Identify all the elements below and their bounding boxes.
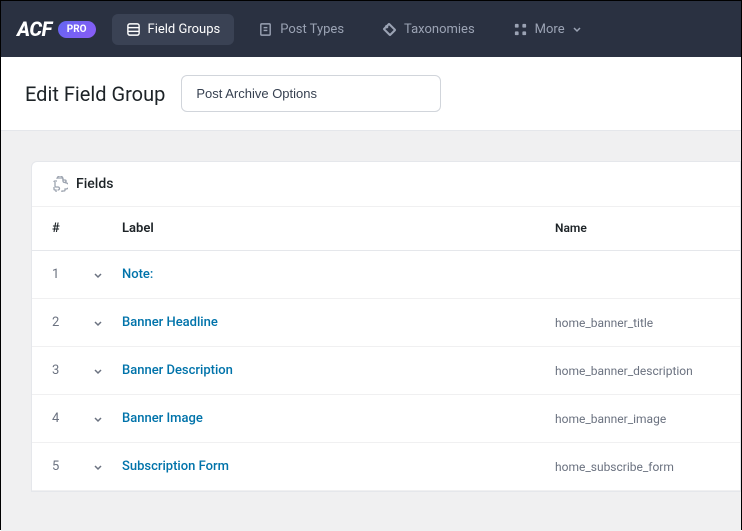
row-name: home_banner_image [555,412,720,426]
logo-text: ACF [17,17,52,41]
panel-header: Fields [32,162,740,207]
chevron-down-icon [572,24,582,34]
row-label: Note: [122,267,555,282]
nav-label: Taxonomies [404,22,475,37]
chevron-down-icon [92,269,104,281]
col-header-spacer [92,221,122,236]
table-header: # Label Name [32,207,740,251]
row-number: 3 [52,363,92,378]
title-bar: Edit Field Group [1,57,741,131]
field-label-link[interactable]: Note: [122,267,153,282]
layout-icon [126,22,141,37]
chevron-down-icon [92,461,104,473]
field-label-link[interactable]: Subscription Form [122,459,229,474]
row-name: home_banner_description [555,364,720,378]
col-header-label: Label [122,221,555,236]
row-label: Banner Headline [122,315,555,330]
table-row[interactable]: 3 Banner Description home_banner_descripti… [32,347,740,395]
chevron-down-icon [92,413,104,425]
expand-toggle[interactable] [92,317,122,329]
nav-field-groups[interactable]: Field Groups [112,14,235,45]
content-area: Fields # Label Name 1 Note: 2 Banner Headli… [1,131,741,531]
expand-toggle[interactable] [92,269,122,281]
field-group-title-input[interactable] [181,75,441,112]
col-header-num: # [52,221,92,236]
nav-taxonomies[interactable]: Taxonomies [368,14,489,45]
chevron-down-icon [92,365,104,377]
row-label: Banner Description [122,363,555,378]
grid-icon [513,22,528,37]
table-row[interactable]: 5 Subscription Form home_subscribe_form [32,443,740,491]
document-icon [258,22,273,37]
nav-label: More [535,22,565,37]
nav-label: Field Groups [148,22,221,37]
top-navbar: ACF PRO Field Groups Post Types Taxonomi… [1,1,741,57]
field-label-link[interactable]: Banner Headline [122,315,218,330]
table-row[interactable]: 4 Banner Image home_banner_image [32,395,740,443]
row-name: home_banner_title [555,316,720,330]
table-row[interactable]: 2 Banner Headline home_banner_title [32,299,740,347]
row-name: home_subscribe_form [555,460,720,474]
row-label: Subscription Form [122,459,555,474]
page-title: Edit Field Group [25,82,165,106]
row-number: 2 [52,315,92,330]
pro-badge: PRO [58,21,96,38]
field-label-link[interactable]: Banner Description [122,363,233,378]
fields-panel: Fields # Label Name 1 Note: 2 Banner Headli… [31,161,741,492]
row-number: 1 [52,267,92,282]
chevron-down-icon [92,317,104,329]
col-header-name: Name [555,221,720,236]
logo: ACF PRO [17,17,96,41]
row-label: Banner Image [122,411,555,426]
nav-label: Post Types [280,22,344,37]
row-number: 5 [52,459,92,474]
nav-more[interactable]: More [499,14,596,45]
expand-toggle[interactable] [92,365,122,377]
expand-toggle[interactable] [92,461,122,473]
puzzle-icon [52,176,68,192]
expand-toggle[interactable] [92,413,122,425]
panel-title: Fields [76,176,113,192]
nav-post-types[interactable]: Post Types [244,14,358,45]
tag-icon [382,22,397,37]
field-label-link[interactable]: Banner Image [122,411,203,426]
row-number: 4 [52,411,92,426]
table-row[interactable]: 1 Note: [32,251,740,299]
